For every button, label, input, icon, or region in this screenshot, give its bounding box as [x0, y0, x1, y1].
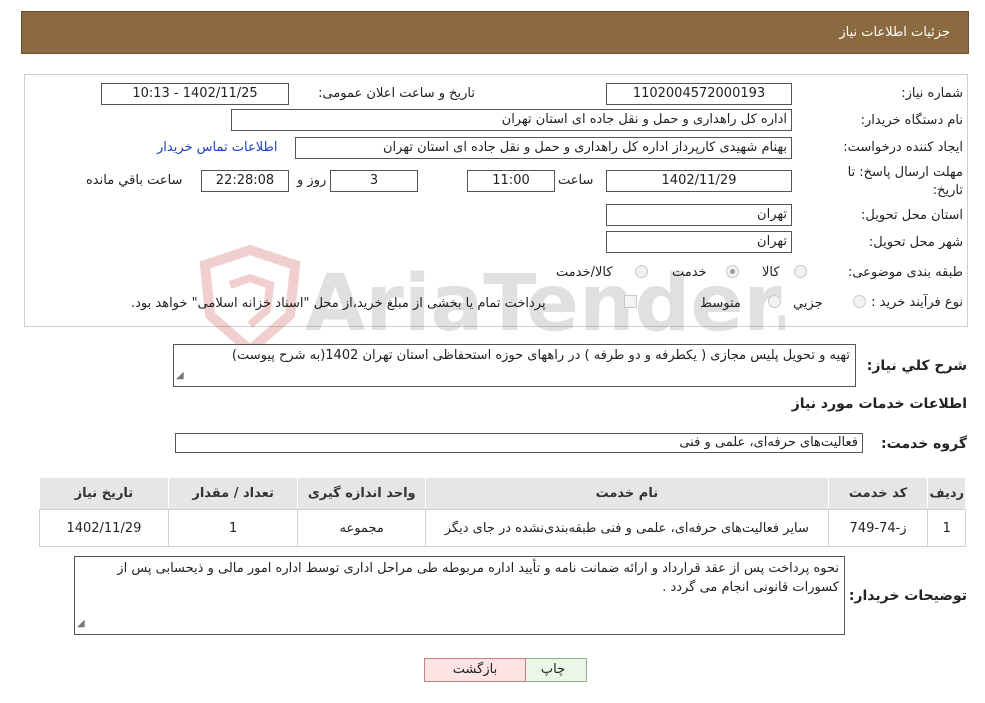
table-header-row: رديف کد خدمت نام خدمت واحد اندازه گیری ت… [39, 477, 966, 510]
col-header-row-number: رديف [927, 477, 966, 510]
category-goods-radio[interactable] [794, 265, 807, 278]
resize-grip-icon[interactable]: ◢ [176, 367, 184, 385]
page-title: جزئیات اطلاعات نیاز [839, 25, 950, 40]
page-header: جزئیات اطلاعات نیاز [21, 11, 969, 54]
buyer-notes-textarea[interactable]: نحوه پرداخت پس از عقد قرارداد و ارائه ضم… [74, 556, 845, 635]
time-remaining-field: 22:28:08 [201, 170, 289, 192]
summary-textarea[interactable]: تهیه و تحویل پلیس مجازی ( یکطرفه و دو طر… [173, 344, 856, 387]
process-medium-radio[interactable] [768, 295, 781, 308]
category-service-radio[interactable] [726, 265, 739, 278]
summary-label: شرح کلي نياز: [866, 358, 967, 374]
table-row: 1 ز-74-749 سایر فعالیت‌های حرفه‌ای، علمی… [39, 509, 966, 547]
col-header-service-name: نام خدمت [425, 477, 829, 510]
buyer-org-label: نام دستگاه خریدار: [860, 113, 963, 128]
col-header-unit: واحد اندازه گیری [297, 477, 427, 510]
cell-unit: مجموعه [297, 509, 427, 547]
deadline-time-field: 11:00 [467, 170, 555, 192]
cell-row-number: 1 [927, 509, 966, 547]
buyer-org-field: اداره کل راهداری و حمل و نقل جاده ای است… [231, 109, 792, 131]
category-service-label: خدمت [672, 265, 707, 280]
category-goods-service-label: کالا/خدمت [556, 265, 613, 280]
category-label: طبقه بندی موضوعی: [847, 265, 963, 280]
deadline-label-line1: مهلت ارسال پاسخ: تا [847, 165, 963, 180]
service-group-field: فعالیت‌های حرفه‌ای، علمی و فنی [175, 433, 863, 453]
announce-datetime-field: 1402/11/25 - 10:13 [101, 83, 289, 105]
announce-datetime-label: تاریخ و ساعت اعلان عمومی: [318, 86, 475, 101]
treasury-payment-checkbox[interactable] [624, 295, 637, 308]
services-table: رديف کد خدمت نام خدمت واحد اندازه گیری ت… [39, 477, 966, 547]
treasury-payment-note: پرداخت تمام یا بخشی از مبلغ خرید،از محل … [131, 296, 546, 311]
cell-service-name: سایر فعالیت‌های حرفه‌ای، علمی و فنی طبقه… [425, 509, 829, 547]
buyer-notes-text: نحوه پرداخت پس از عقد قرارداد و ارائه ضم… [117, 561, 839, 595]
back-button[interactable]: بازگشت [424, 658, 526, 682]
need-number-field: 1102004572000193 [606, 83, 792, 105]
process-minor-radio[interactable] [853, 295, 866, 308]
col-header-service-code: کد خدمت [827, 477, 929, 510]
purchase-process-label: نوع فرآیند خرید : [871, 295, 963, 310]
cell-service-code: ز-74-749 [827, 509, 929, 547]
services-info-title: اطلاعات خدمات مورد نياز [791, 396, 967, 412]
summary-text: تهیه و تحویل پلیس مجازی ( یکطرفه و دو طر… [231, 348, 850, 363]
days-remaining-field: 3 [330, 170, 418, 192]
category-goods-service-radio[interactable] [635, 265, 648, 278]
delivery-province-label: استان محل تحویل: [861, 208, 963, 223]
buyer-contact-link[interactable]: اطلاعات تماس خریدار [157, 140, 277, 155]
deadline-time-label: ساعت [558, 173, 594, 188]
process-minor-label: جزيي [793, 296, 823, 311]
delivery-city-label: شهر محل تحویل: [868, 235, 963, 250]
time-remaining-label: ساعت باقي مانده [86, 173, 183, 188]
cell-quantity: 1 [167, 509, 299, 547]
deadline-date-field: 1402/11/29 [606, 170, 792, 192]
days-label: روز و [297, 173, 327, 188]
delivery-province-field: تهران [606, 204, 792, 226]
requester-field: بهنام شهیدی کارپرداز اداره کل راهداری و … [295, 137, 792, 159]
col-header-quantity: تعداد / مقدار [167, 477, 299, 510]
print-button[interactable]: چاپ [519, 658, 587, 682]
delivery-city-field: تهران [606, 231, 792, 253]
need-number-label: شماره نیاز: [901, 86, 963, 101]
service-group-label: گروه خدمت: [881, 436, 967, 452]
category-goods-label: کالا [762, 265, 780, 280]
requester-label: ایجاد کننده درخواست: [843, 140, 963, 155]
cell-need-date: 1402/11/29 [39, 509, 169, 547]
deadline-label-line2: تاریخ: [932, 183, 963, 198]
process-medium-label: متوسط [700, 296, 741, 311]
buyer-notes-label: توضیحات خریدار: [848, 588, 967, 604]
resize-grip-icon[interactable]: ◢ [77, 614, 85, 633]
col-header-need-date: تاریخ نیاز [39, 477, 169, 510]
